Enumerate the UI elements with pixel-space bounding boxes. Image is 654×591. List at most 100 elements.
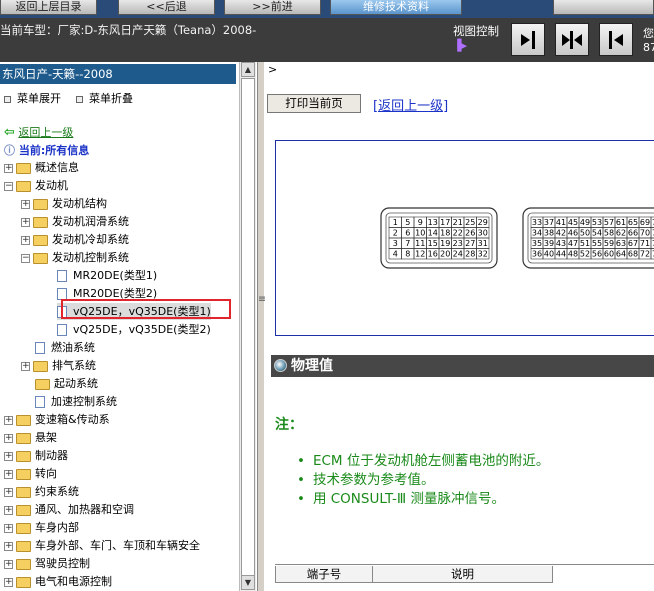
pin-number: 20 <box>440 250 450 259</box>
back-up-label[interactable]: 返回上一级 <box>18 126 73 139</box>
selection-highlight-box <box>61 299 231 319</box>
print-page-button[interactable]: 打印当前页 <box>267 94 361 113</box>
pane-splitter[interactable]: ≡ <box>257 62 266 591</box>
expand-plus-icon[interactable]: + <box>4 469 13 479</box>
forward-button[interactable]: >>前进 <box>224 0 321 15</box>
folder-icon <box>16 450 31 462</box>
tree-label: 发动机控制系统 <box>52 251 129 264</box>
note-label: 注： <box>275 417 303 433</box>
tree-item-restraint[interactable]: + 约束系统 <box>4 483 79 500</box>
view-split-button[interactable] <box>555 23 589 56</box>
tree-label: 加速控制系统 <box>51 395 117 408</box>
folder-icon <box>33 360 48 372</box>
collapse-menu-button[interactable]: 菜单折叠 <box>76 90 133 106</box>
tree-item-hvac[interactable]: + 通风、加热器和空调 <box>4 501 134 518</box>
tree-item-steering[interactable]: + 转向 <box>4 465 57 482</box>
expand-plus-icon[interactable]: + <box>4 487 13 497</box>
tree-item-body-interior[interactable]: + 车身内部 <box>4 519 79 536</box>
folder-open-icon <box>33 252 48 264</box>
pin-number: 6 <box>405 229 410 238</box>
tree-item-exhaust[interactable]: + 排气系统 <box>21 357 96 374</box>
tree-item-accel-control[interactable]: 加速控制系统 <box>35 393 117 410</box>
expand-icon <box>4 95 11 103</box>
pin-number: 34 <box>532 229 542 238</box>
expand-plus-icon[interactable]: + <box>21 235 30 245</box>
scroll-thumb[interactable] <box>241 78 255 582</box>
tree-label: 电气和电源控制 <box>35 575 112 588</box>
pin-number: 66 <box>628 229 638 238</box>
expand-plus-icon[interactable]: + <box>4 541 13 551</box>
tree-label: 发动机冷却系统 <box>52 233 129 246</box>
expand-plus-icon[interactable]: + <box>4 415 13 425</box>
right-connector: 3337414549535761656973343842465054586266… <box>522 207 654 269</box>
view-left-panel-button[interactable] <box>511 23 545 56</box>
tree-item-engine-cooling[interactable]: + 发动机冷却系统 <box>21 231 129 248</box>
sidebar-scrollbar[interactable]: ▲ ▼ <box>239 62 256 591</box>
tree-label: 发动机结构 <box>52 197 107 210</box>
info-icon: ⓘ <box>4 144 15 157</box>
tree-item-body-exterior[interactable]: + 车身外部、车门、车顶和车辆安全 <box>4 537 200 554</box>
pin-number: 11 <box>415 239 425 248</box>
splitter-grip-icon[interactable]: ≡ <box>258 294 266 305</box>
expand-plus-icon[interactable]: + <box>4 451 13 461</box>
tree-item-fuel-system[interactable]: 燃油系统 <box>35 339 95 356</box>
tree-label: 排气系统 <box>52 359 96 372</box>
tree-item-engine-lubrication[interactable]: + 发动机润滑系统 <box>21 213 129 230</box>
tree-item-brakes[interactable]: + 制动器 <box>4 447 68 464</box>
pin-number: 30 <box>478 229 488 238</box>
pin-number: 60 <box>604 250 614 259</box>
tree-item-suspension[interactable]: + 悬架 <box>4 429 57 446</box>
pin-number: 69 <box>640 218 650 227</box>
collapse-minus-icon[interactable]: − <box>4 181 13 191</box>
expand-menu-button[interactable]: 菜单展开 <box>4 90 61 106</box>
expand-plus-icon[interactable]: + <box>21 361 30 371</box>
pin-number: 22 <box>453 229 463 238</box>
expand-plus-icon[interactable]: + <box>4 559 13 569</box>
back-level-link[interactable]: [返回上一级] <box>373 95 448 114</box>
current-info-text: 当前:所有信息 <box>18 144 90 157</box>
tree-item-vq25de-2[interactable]: vQ25DE，vQ35DE(类型2) <box>57 321 211 338</box>
folder-icon <box>33 216 48 228</box>
top-extra-button[interactable] <box>553 0 654 15</box>
pin-number: 65 <box>628 218 638 227</box>
expand-plus-icon[interactable]: + <box>4 433 13 443</box>
view-right-panel-button[interactable] <box>599 23 633 56</box>
pin-number: 68 <box>628 250 638 259</box>
tree-item-engine-structure[interactable]: + 发动机结构 <box>21 195 107 212</box>
tree-item-mr20de-1[interactable]: MR20DE(类型1) <box>57 267 157 284</box>
collapse-minus-icon[interactable]: − <box>21 253 30 263</box>
pin-number: 37 <box>544 218 554 227</box>
back-button[interactable]: <<后退 <box>118 0 215 15</box>
expand-plus-icon[interactable]: + <box>4 505 13 515</box>
pin-number: 28 <box>465 250 475 259</box>
tree-item-driver-controls[interactable]: + 驾驶员控制 <box>4 555 90 572</box>
expand-plus-icon[interactable]: + <box>4 577 13 587</box>
pin-number: 35 <box>532 239 542 248</box>
expand-plus-icon[interactable]: + <box>21 217 30 227</box>
pin-number: 54 <box>592 229 602 238</box>
folder-icon <box>16 504 31 516</box>
expand-plus-icon[interactable]: + <box>4 523 13 533</box>
repair-data-tab[interactable]: 维修技术资料 <box>330 0 462 15</box>
pin-number: 51 <box>580 239 590 248</box>
header-extra-text: 87 <box>643 41 654 54</box>
pin-number: 10 <box>415 229 425 238</box>
tree-item-electrical[interactable]: + 电气和电源控制 <box>4 573 112 590</box>
document-icon <box>57 324 67 336</box>
back-up-link[interactable]: ⇦ 返回上一级 <box>4 124 73 140</box>
scroll-down-arrow-icon[interactable]: ▼ <box>241 575 255 590</box>
tree-item-engine-control[interactable]: − 发动机控制系统 <box>21 249 129 266</box>
return-top-button[interactable]: 返回上层目录 <box>0 0 97 15</box>
green-left-arrow-icon: ⇦ <box>4 125 15 140</box>
header-user-text: 您 <box>643 27 654 40</box>
expand-plus-icon[interactable]: + <box>21 199 30 209</box>
scroll-up-arrow-icon[interactable]: ▲ <box>241 62 255 77</box>
pin-number: 19 <box>440 239 450 248</box>
tree-item-starting[interactable]: 起动系统 <box>35 375 98 392</box>
tree-label: 燃油系统 <box>51 341 95 354</box>
tree-item-overview[interactable]: + 概述信息 <box>4 159 79 176</box>
tree-item-transmission[interactable]: + 变速箱&传动系 <box>4 411 110 428</box>
current-vehicle-text: 当前车型：厂家:D-东风日产天籁（Teana）2008- <box>0 23 257 37</box>
tree-item-engine[interactable]: − 发动机 <box>4 177 68 194</box>
expand-plus-icon[interactable]: + <box>4 163 13 173</box>
